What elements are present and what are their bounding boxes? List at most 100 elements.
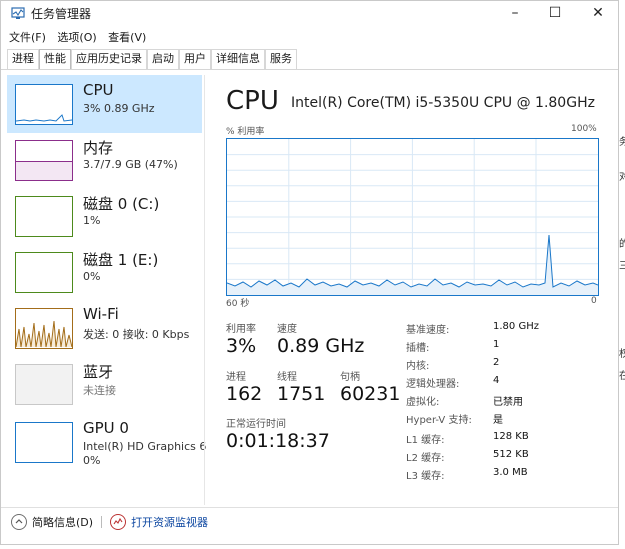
- spec-l1-value: 128 KB: [493, 431, 529, 442]
- process-value: 162: [226, 383, 263, 405]
- resource-monitor-icon: [110, 514, 127, 530]
- cpu-graph-svg: [226, 139, 599, 295]
- title-bar[interactable]: 任务管理器 – ☐ ✕: [1, 1, 618, 27]
- spec-cores-value: 2: [493, 357, 500, 368]
- spec-sockets-value: 1: [493, 339, 500, 350]
- cpu-utilization-graph: [226, 138, 599, 296]
- close-button[interactable]: ✕: [578, 1, 618, 27]
- minimize-button[interactable]: –: [495, 1, 535, 27]
- spec-virtualization-label: 虚拟化:: [406, 397, 440, 408]
- sidebar-item-label: 内存: [83, 139, 114, 157]
- footer-separator: [101, 516, 103, 528]
- spec-base-speed-value: 1.80 GHz: [493, 321, 539, 332]
- uptime-value: 0:01:18:37: [226, 430, 330, 452]
- spec-hyperv-label: Hyper-V 支持:: [406, 415, 472, 426]
- sidebar-item-label: GPU 0: [83, 419, 129, 437]
- sidebar-item-detail: 3% 0.89 GHz: [83, 102, 155, 115]
- gpu-thumbnail-graph: [15, 422, 73, 463]
- sidebar-item-label: 磁盘 0 (C:): [83, 195, 160, 213]
- thread-label: 线程: [277, 372, 297, 383]
- spec-sockets-label: 插槽:: [406, 343, 430, 354]
- sidebar-item-label: 磁盘 1 (E:): [83, 251, 159, 269]
- graph-y-max: 100%: [571, 124, 597, 134]
- speed-label: 速度: [277, 324, 297, 335]
- footer-divider: [1, 507, 618, 508]
- chevron-up-icon[interactable]: [11, 514, 27, 530]
- sidebar-item-disk-1[interactable]: 磁盘 1 (E:) 0%: [7, 243, 202, 301]
- tab-startup[interactable]: 启动: [147, 49, 179, 69]
- background-text: 的: [619, 239, 625, 250]
- page-title: CPU: [226, 86, 279, 116]
- sidebar-item-detail-2: 0%: [83, 454, 101, 467]
- window-title: 任务管理器: [31, 7, 92, 21]
- menu-view[interactable]: 查看(V): [108, 31, 146, 44]
- sidebar-item-memory[interactable]: 内存 3.7/7.9 GB (47%): [7, 131, 202, 189]
- background-text: 在: [619, 371, 625, 382]
- footer: 简略信息(D) 打开资源监视器: [11, 514, 208, 530]
- uptime-label: 正常运行时间: [226, 419, 286, 430]
- sidebar-item-label: CPU: [83, 81, 114, 99]
- sidebar-item-detail: 1%: [83, 214, 101, 227]
- tab-divider: [1, 69, 618, 70]
- tab-users[interactable]: 用户: [179, 49, 211, 69]
- spec-l2-value: 512 KB: [493, 449, 529, 460]
- tab-app-history[interactable]: 应用历史记录: [71, 49, 147, 69]
- graph-y-label: % 利用率: [226, 127, 265, 137]
- spec-l3-label: L3 缓存:: [406, 471, 445, 482]
- tab-services[interactable]: 服务: [265, 49, 297, 69]
- menu-options[interactable]: 选项(O): [57, 31, 96, 44]
- sidebar-item-label: Wi-Fi: [83, 305, 119, 323]
- sidebar-item-label: 蓝牙: [83, 363, 114, 381]
- tab-strip: 进程 性能 应用历史记录 启动 用户 详细信息 服务: [7, 49, 297, 69]
- spec-l2-label: L2 缓存:: [406, 453, 445, 464]
- util-label: 利用率: [226, 324, 256, 335]
- sidebar-divider: [204, 75, 205, 505]
- tab-processes[interactable]: 进程: [7, 49, 39, 69]
- spec-logical-value: 4: [493, 375, 500, 386]
- spec-hyperv-value: 是: [493, 415, 503, 426]
- wifi-thumbnail-graph: [15, 308, 73, 349]
- sidebar-item-detail: Intel(R) HD Graphics 6: [83, 440, 207, 453]
- spec-virtualization-value: 已禁用: [493, 397, 523, 408]
- speed-value: 0.89 GHz: [277, 335, 365, 357]
- util-value: 3%: [226, 335, 257, 357]
- spec-l1-label: L1 缓存:: [406, 435, 445, 446]
- spec-logical-label: 逻辑处理器:: [406, 379, 460, 390]
- sidebar-item-bluetooth[interactable]: 蓝牙 未连接: [7, 355, 202, 413]
- maximize-button[interactable]: ☐: [535, 1, 575, 27]
- handle-label: 句柄: [340, 372, 360, 383]
- cpu-model: Intel(R) Core(TM) i5-5350U CPU @ 1.80GHz: [291, 95, 595, 111]
- sidebar-item-disk-0[interactable]: 磁盘 0 (C:) 1%: [7, 187, 202, 245]
- memory-thumbnail-graph: [15, 140, 73, 181]
- resource-sidebar: CPU 3% 0.89 GHz 内存 3.7/7.9 GB (47%) 磁盘 0…: [7, 75, 206, 505]
- process-label: 进程: [226, 372, 246, 383]
- background-text: 务: [619, 137, 625, 148]
- disk-0-thumbnail-graph: [15, 196, 73, 237]
- background-text: 对: [619, 172, 625, 183]
- fewer-details-button[interactable]: 简略信息(D): [32, 514, 93, 530]
- sidebar-item-gpu-0[interactable]: GPU 0 Intel(R) HD Graphics 6 0%: [7, 413, 206, 471]
- handle-value: 60231: [340, 383, 401, 405]
- task-manager-icon: [11, 7, 25, 19]
- graph-time-left: 60 秒: [226, 299, 250, 309]
- sidebar-item-detail: 未连接: [83, 384, 116, 397]
- menu-bar: 文件(F) 选项(O) 查看(V): [9, 29, 154, 45]
- sidebar-item-cpu[interactable]: CPU 3% 0.89 GHz: [7, 75, 202, 133]
- sidebar-item-detail: 3.7/7.9 GB (47%): [83, 158, 178, 171]
- thread-value: 1751: [277, 383, 326, 405]
- spec-cores-label: 内核:: [406, 361, 430, 372]
- sidebar-item-wifi[interactable]: Wi-Fi 发送: 0 接收: 0 Kbps: [7, 299, 202, 357]
- tab-details[interactable]: 详细信息: [211, 49, 265, 69]
- sidebar-item-detail: 发送: 0 接收: 0 Kbps: [83, 328, 190, 341]
- background-text: 权: [619, 349, 625, 360]
- disk-1-thumbnail-graph: [15, 252, 73, 293]
- tab-performance[interactable]: 性能: [39, 49, 71, 69]
- sidebar-item-detail: 0%: [83, 270, 101, 283]
- cpu-thumbnail-graph: [15, 84, 73, 125]
- menu-file[interactable]: 文件(F): [9, 31, 46, 44]
- background-text: 三: [619, 261, 625, 272]
- spec-base-speed-label: 基准速度:: [406, 325, 450, 336]
- open-resource-monitor-link[interactable]: 打开资源监视器: [131, 514, 208, 530]
- spec-l3-value: 3.0 MB: [493, 467, 528, 478]
- graph-time-right: 0: [591, 296, 597, 306]
